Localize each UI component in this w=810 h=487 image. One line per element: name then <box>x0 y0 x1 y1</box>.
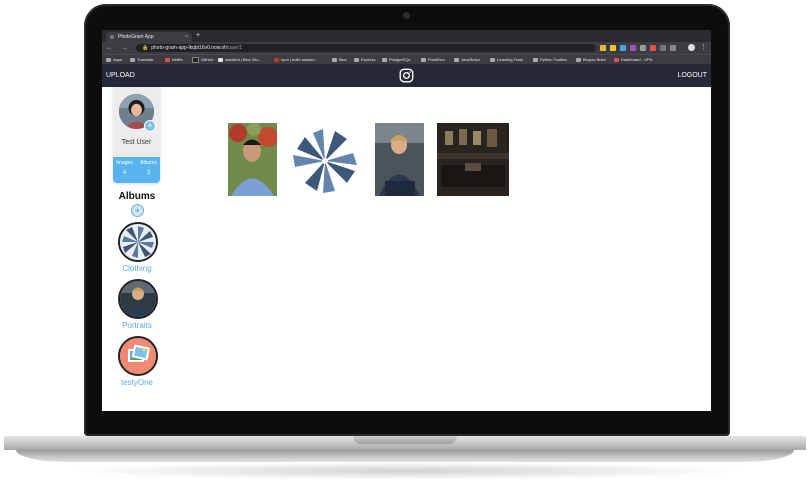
gallery-photo-2 <box>290 125 360 198</box>
man-in-blue-shirt-photo[interactable] <box>228 123 277 196</box>
seated-man-portrait-photo[interactable] <box>375 123 424 196</box>
bookmark-icon <box>614 57 619 62</box>
browser-tab[interactable]: PhotoGram App × <box>106 32 192 42</box>
new-tab-icon[interactable]: + <box>196 31 200 41</box>
albums-stat-label: Albums <box>140 160 157 166</box>
bookmark-icon <box>274 57 279 62</box>
folder-icon <box>533 57 538 62</box>
folder-icon <box>382 57 387 62</box>
portrait-photo <box>120 281 156 317</box>
albums-stat[interactable]: Albums 3 <box>137 160 160 176</box>
bookmark-item[interactable]: Apps <box>106 55 122 64</box>
bookmark-icon <box>165 57 170 62</box>
folder-icon <box>332 57 337 62</box>
app-navbar: UPLOAD LOGOUT <box>102 64 711 87</box>
images-stat[interactable]: Images 4 <box>113 160 136 176</box>
github-icon <box>192 56 199 63</box>
bookmark-item[interactable]: npm | build amazin... <box>274 55 318 64</box>
albums-heading: Albums <box>118 191 156 202</box>
bookmark-icon <box>130 57 135 62</box>
page-content: + Test User Images 4 Albums 3 Albums + C… <box>102 87 711 411</box>
album-thumbnail <box>118 279 158 319</box>
lock-icon: 🔒 <box>142 45 149 51</box>
dark-interior-photo[interactable] <box>437 123 509 196</box>
bookmark-item[interactable]: FrontEnd <box>421 55 444 64</box>
image-placeholder-icon <box>120 338 156 374</box>
star-icon[interactable] <box>600 45 606 51</box>
folder-icon <box>576 57 581 62</box>
bookmark-item[interactable]: GitHub <box>192 55 213 64</box>
tab-close-icon[interactable]: × <box>185 32 188 42</box>
gallery-photo-1 <box>228 123 277 196</box>
bookmark-item[interactable]: slackbot | Bloc Stu... <box>218 55 261 64</box>
bookmark-item[interactable]: Python Toolbox <box>533 55 567 64</box>
profile-avatar-icon[interactable] <box>688 44 695 51</box>
album-label: testyOne <box>120 378 153 387</box>
screen: PhotoGram App × + ← → C 🔒 photo-gram-app-… <box>102 30 711 411</box>
gallery-photo-4 <box>437 123 509 196</box>
extension-icon[interactable] <box>670 45 676 51</box>
gallery-photo-3 <box>375 123 424 196</box>
laptop-notch <box>353 436 457 444</box>
bookmark-item[interactable]: JavaScript <box>454 55 480 64</box>
bookmark-item[interactable]: Bequia Build <box>576 55 605 64</box>
bookmarks-bar: Apps Translate Netflix GitHub slackbot |… <box>102 54 711 64</box>
album-thumbnail <box>118 222 158 262</box>
folder-icon <box>454 57 459 62</box>
laptop-base-lip <box>16 450 794 462</box>
apps-icon <box>106 57 111 62</box>
logout-button[interactable]: LOGOUT <box>677 64 707 87</box>
bookmark-item[interactable]: PostgreSQL <box>382 55 411 64</box>
jeans-pinwheel-photo[interactable] <box>290 125 360 198</box>
extension-icon[interactable] <box>640 45 646 51</box>
extension-icon[interactable] <box>650 45 656 51</box>
bookmark-item[interactable]: Netflix <box>165 55 183 64</box>
laptop-camera <box>403 12 410 19</box>
album-label: Clothing <box>122 264 152 273</box>
profile-card: + Test User Images 4 Albums 3 <box>113 87 160 183</box>
bookmark-item[interactable]: Learning Tools <box>490 55 523 64</box>
address-bar[interactable]: 🔒 photo-gram-app-lkqbt16v0.now.sh/user/1 <box>136 44 596 52</box>
username: Test User <box>121 139 152 146</box>
images-stat-label: Images <box>116 160 133 166</box>
folder-icon <box>421 57 426 62</box>
bookmark-icon <box>218 57 223 62</box>
bookmark-item[interactable]: Dashboard - VPN <box>614 55 652 64</box>
bookmark-item[interactable]: Express <box>354 55 375 64</box>
folder-icon <box>354 57 359 62</box>
album-label: Portraits <box>122 321 152 330</box>
instagram-icon[interactable] <box>399 68 414 83</box>
bookmark-item[interactable]: Translate <box>130 55 154 64</box>
extension-icon[interactable] <box>660 45 666 51</box>
browser-menu-icon[interactable]: ⋮ <box>700 42 707 53</box>
browser-toolbar: ← → C 🔒 photo-gram-app-lkqbt16v0.now.sh/u… <box>102 42 711 54</box>
bookmark-item[interactable]: Bloc <box>332 55 347 64</box>
laptop-shadow <box>60 462 750 480</box>
jeans-pinwheel-icon <box>120 224 156 260</box>
extension-icon[interactable] <box>620 45 626 51</box>
add-album-icon[interactable]: + <box>131 204 144 217</box>
extension-icon[interactable] <box>610 45 616 51</box>
extension-icon[interactable] <box>630 45 636 51</box>
upload-button[interactable]: UPLOAD <box>106 64 135 87</box>
folder-icon <box>490 57 495 62</box>
images-stat-count: 4 <box>122 170 127 176</box>
favicon-icon <box>110 35 114 39</box>
url-host: photo-gram-app-lkqbt16v0.now.sh <box>151 45 227 51</box>
tab-title: PhotoGram App <box>118 34 154 40</box>
url-path: /user/1 <box>226 45 243 51</box>
browser-tab-strip: PhotoGram App × + <box>102 30 711 42</box>
profile-stats: Images 4 Albums 3 <box>113 157 160 183</box>
add-photo-icon[interactable]: + <box>144 120 156 132</box>
albums-stat-count: 3 <box>146 170 151 176</box>
album-thumbnail <box>118 336 158 376</box>
